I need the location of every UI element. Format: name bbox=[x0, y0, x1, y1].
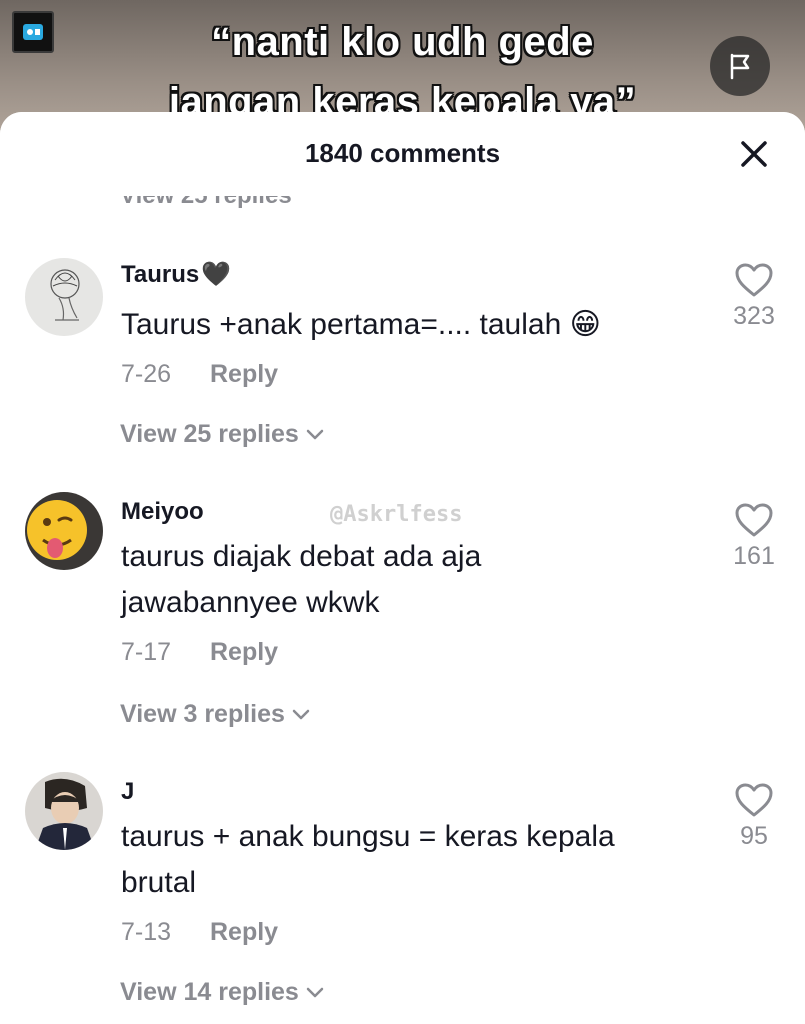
close-icon bbox=[741, 141, 767, 167]
view-replies-button[interactable]: View 3 replies bbox=[120, 700, 311, 729]
comment-text: taurus diajak debat ada aja jawabannyee … bbox=[121, 540, 482, 619]
like-count: 161 bbox=[733, 542, 775, 570]
comment-username[interactable]: J bbox=[121, 778, 134, 806]
view-replies-button[interactable]: View 14 replies bbox=[120, 978, 325, 1007]
close-button[interactable] bbox=[734, 134, 774, 174]
heart-outline-icon[interactable] bbox=[734, 262, 774, 298]
chevron-down-icon bbox=[306, 987, 324, 997]
chevron-down-icon bbox=[292, 709, 310, 719]
comments-header: 1840 comments bbox=[0, 112, 805, 196]
avatar[interactable] bbox=[25, 492, 103, 570]
watermark-text: @Askrlfess bbox=[330, 502, 463, 527]
comment-date: 7-17 bbox=[121, 638, 172, 666]
comment-date: 7-26 bbox=[121, 360, 172, 388]
chevron-down-icon bbox=[306, 429, 324, 439]
like-count: 95 bbox=[740, 822, 768, 850]
comment-username[interactable]: Meiyoo bbox=[121, 498, 204, 526]
avatar[interactable] bbox=[25, 772, 103, 850]
like-area: 95 bbox=[724, 782, 784, 851]
comment-text: Taurus +anak pertama=.... taulah 😁 bbox=[121, 308, 601, 341]
comments-sheet: View 25 replies 1840 comments Taurus 🖤 T… bbox=[0, 112, 805, 1024]
comment-date: 7-13 bbox=[121, 918, 172, 946]
flag-icon bbox=[730, 53, 750, 80]
reply-button[interactable]: Reply bbox=[210, 638, 278, 666]
like-area: 323 bbox=[724, 262, 784, 331]
comment-username[interactable]: Taurus 🖤 bbox=[121, 260, 231, 289]
report-flag-button[interactable] bbox=[710, 36, 770, 96]
heart-outline-icon[interactable] bbox=[734, 502, 774, 538]
comments-count-title: 1840 comments bbox=[304, 138, 501, 168]
like-area: 161 bbox=[724, 502, 784, 571]
reply-button[interactable]: Reply bbox=[210, 918, 278, 946]
comment-meta: 7-17 Reply bbox=[121, 638, 278, 667]
heart-outline-icon[interactable] bbox=[734, 782, 774, 818]
black-heart-icon: 🖤 bbox=[201, 261, 232, 288]
video-caption-line1: “nanti klo udh gede bbox=[211, 20, 594, 64]
comment-meta: 7-13 Reply bbox=[121, 918, 278, 947]
like-count: 323 bbox=[733, 302, 775, 330]
avatar[interactable] bbox=[25, 258, 103, 336]
view-replies-button[interactable]: View 25 replies bbox=[120, 420, 325, 449]
reply-button[interactable]: Reply bbox=[210, 360, 278, 388]
comment-text: taurus + anak bungsu = keras kepala brut… bbox=[121, 820, 615, 899]
comment-meta: 7-26 Reply bbox=[121, 360, 278, 389]
